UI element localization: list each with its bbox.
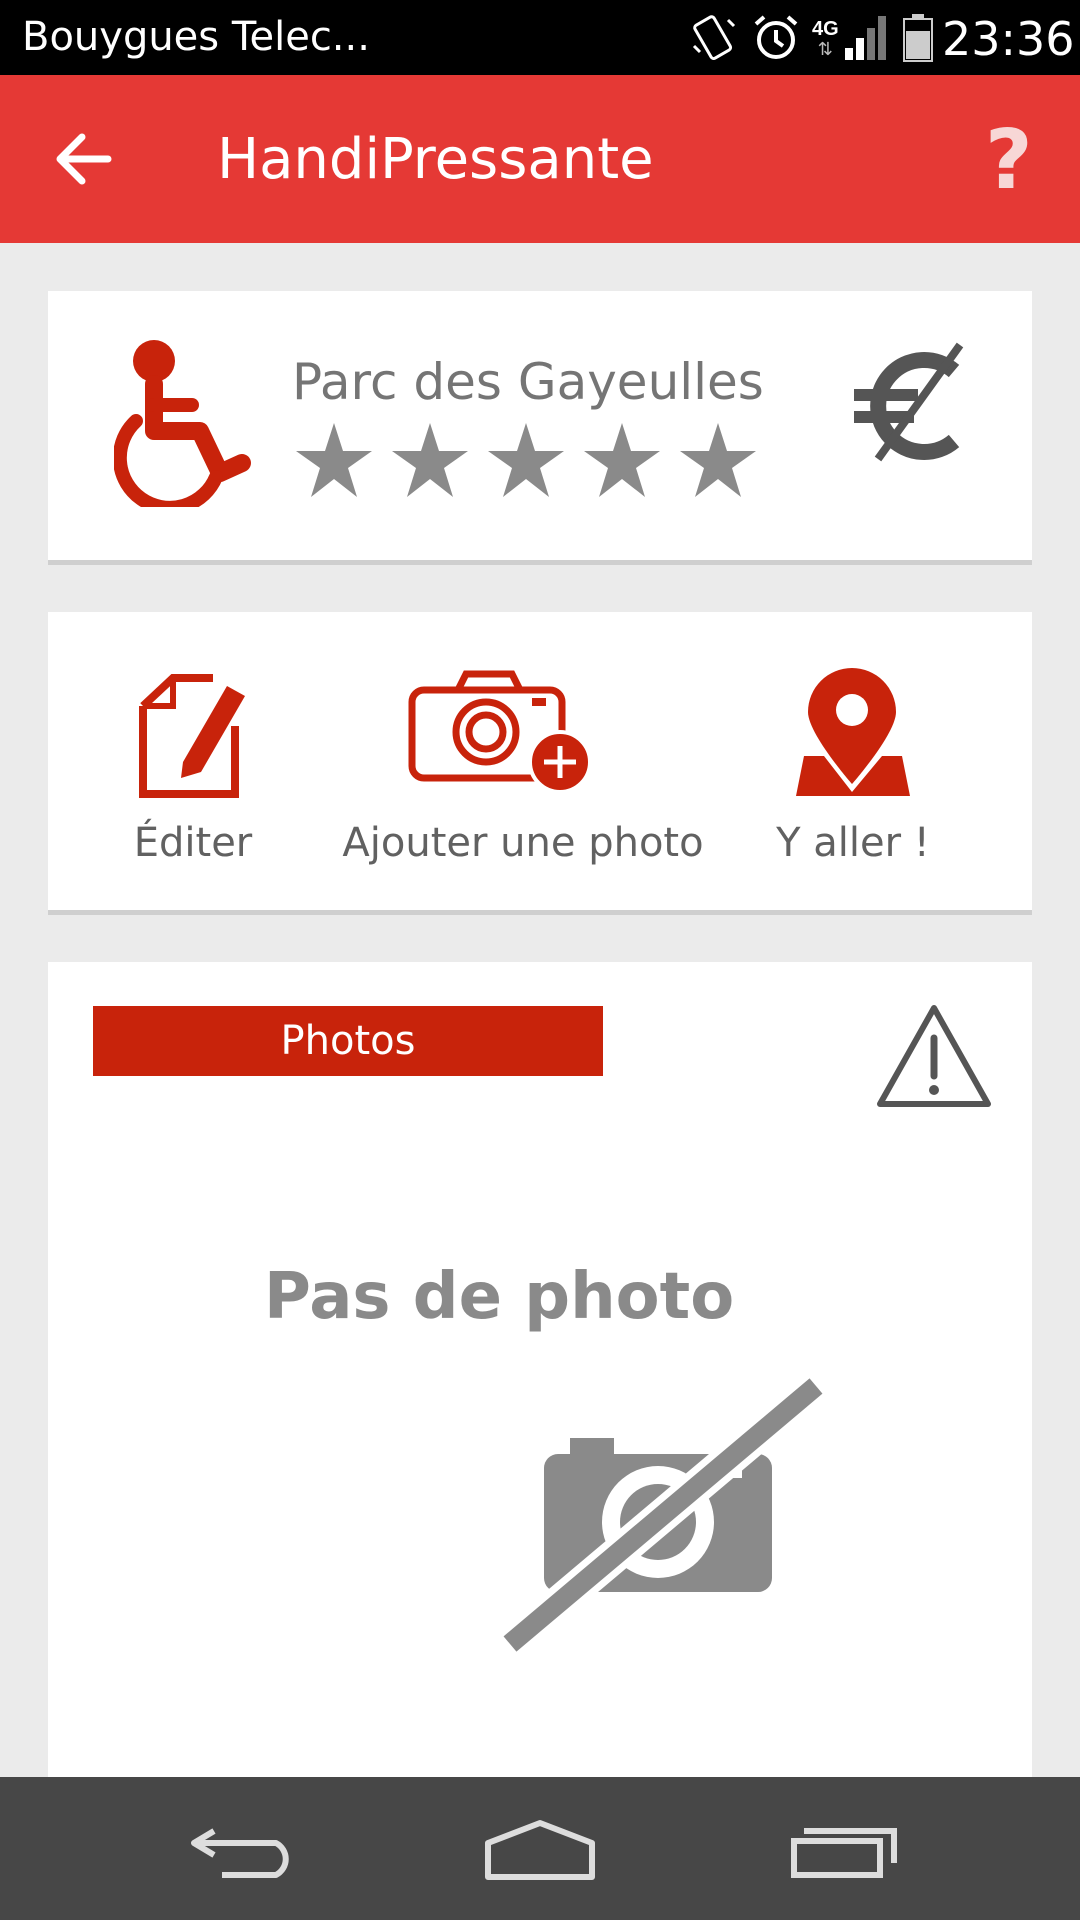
help-button[interactable]: ? xyxy=(985,113,1033,208)
edit-label: Éditer xyxy=(133,820,253,866)
rating-stars xyxy=(296,421,776,503)
place-name: Parc des Gayeulles xyxy=(292,353,764,411)
recents-nav-icon[interactable] xyxy=(784,1813,904,1883)
star-icon xyxy=(296,423,372,497)
go-there-label: Y aller ! xyxy=(776,820,930,866)
warning-icon[interactable] xyxy=(874,1002,994,1110)
status-bar: Bouygues Telec... 4G ⇅ 23:36 xyxy=(0,0,1080,75)
star-icon xyxy=(392,423,468,497)
network-type: 4G xyxy=(812,18,839,40)
star-icon xyxy=(488,423,564,497)
vibrate-icon xyxy=(692,15,736,60)
star-icon xyxy=(680,423,756,497)
wheelchair-icon xyxy=(114,340,251,507)
arrow-back-icon[interactable] xyxy=(52,127,116,191)
battery-icon xyxy=(902,14,933,62)
app-title: HandiPressante xyxy=(217,127,654,192)
edit-icon xyxy=(139,674,245,798)
add-photo-icon xyxy=(408,670,592,794)
actions-card: Éditer Ajouter une photo Y aller ! xyxy=(48,612,1032,910)
no-photo-text: Pas de photo xyxy=(264,1260,735,1334)
system-nav-bar xyxy=(0,1777,1080,1920)
network-4g-icon: 4G ⇅ xyxy=(812,18,839,59)
status-clock: 23:36 xyxy=(942,12,1075,66)
map-pin-icon xyxy=(796,668,910,796)
tab-photos[interactable]: Photos xyxy=(93,1006,603,1076)
alarm-icon xyxy=(754,15,798,59)
add-photo-button[interactable]: Ajouter une photo xyxy=(338,612,708,910)
go-there-button[interactable]: Y aller ! xyxy=(748,612,958,910)
back-nav-icon[interactable] xyxy=(184,1813,304,1883)
app-bar: HandiPressante ? xyxy=(0,75,1080,243)
photos-card: Photos Pas de photo xyxy=(48,962,1032,1777)
carrier-name: Bouygues Telec... xyxy=(22,14,370,60)
status-icons: 4G ⇅ xyxy=(688,10,933,66)
euro-icon xyxy=(854,342,964,462)
signal-icon xyxy=(844,16,886,60)
star-icon xyxy=(584,423,660,497)
edit-button[interactable]: Éditer xyxy=(108,612,278,910)
place-summary-card: Parc des Gayeulles xyxy=(48,291,1032,560)
no-photo-camera-icon xyxy=(499,1373,827,1657)
home-nav-icon[interactable] xyxy=(480,1813,600,1883)
add-photo-label: Ajouter une photo xyxy=(342,820,704,866)
